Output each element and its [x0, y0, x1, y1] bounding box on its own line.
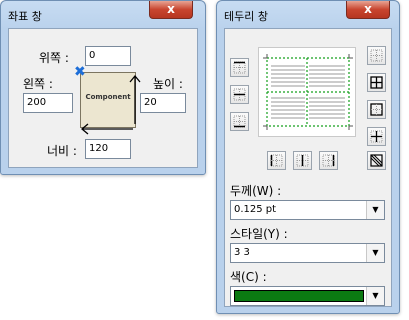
color-swatch [234, 290, 364, 302]
border-middle-horizontal-icon [233, 88, 246, 101]
width-label: 너비 : [47, 144, 77, 158]
coordinate-window: 좌표 창 x 위쪽 : 0 왼쪽 : 200 높이 : 20 Component… [0, 0, 206, 175]
width-input[interactable]: 120 [85, 139, 131, 159]
border-none-button[interactable] [367, 46, 386, 65]
thickness-select[interactable]: 0.125 pt ▼ [230, 200, 385, 220]
style-value: 3 3 [234, 247, 250, 258]
border-right-button[interactable] [319, 151, 338, 170]
border-inside-button[interactable] [367, 127, 386, 146]
window-title: 테두리 창 [224, 10, 268, 23]
border-panel: 두께(W) : 0.125 pt ▼ 스타일(Y) : 3 3 ▼ 색(C) :… [224, 28, 392, 307]
border-right-icon [322, 154, 335, 167]
border-outside-icon [370, 103, 383, 116]
close-button[interactable]: x [346, 1, 390, 19]
coordinate-panel: 위쪽 : 0 왼쪽 : 200 높이 : 20 Component ✖ 너비 :… [8, 28, 198, 168]
border-preview-grid [263, 54, 353, 130]
border-left-button[interactable] [267, 151, 286, 170]
border-diagonal-button[interactable] [367, 151, 386, 170]
close-button[interactable]: x [149, 1, 193, 19]
border-all-button[interactable] [367, 73, 386, 92]
thickness-value: 0.125 pt [234, 204, 277, 215]
border-none-icon [370, 49, 383, 62]
color-label: 색(C) : [230, 270, 267, 284]
origin-marker-icon: ✖ [74, 64, 86, 80]
border-inside-icon [370, 130, 383, 143]
dropdown-arrow-icon[interactable]: ▼ [366, 244, 384, 262]
border-diagonal-icon [370, 154, 383, 167]
border-top-icon [233, 61, 246, 74]
border-middle-horizontal-button[interactable] [230, 85, 249, 104]
border-bottom-icon [233, 115, 246, 128]
border-left-icon [270, 154, 283, 167]
border-preview [258, 47, 356, 137]
thickness-label: 두께(W) : [230, 184, 282, 198]
border-middle-vertical-button[interactable] [293, 151, 312, 170]
border-outside-button[interactable] [367, 100, 386, 119]
dropdown-arrow-icon[interactable]: ▼ [366, 201, 384, 219]
dropdown-arrow-icon[interactable]: ▼ [366, 287, 384, 305]
border-top-button[interactable] [230, 58, 249, 77]
window-title: 좌표 창 [8, 10, 42, 23]
border-all-icon [370, 76, 383, 89]
border-window: 테두리 창 x 두께(W): 0.125 pt ▼ 스타일(Y): 3 3 … [216, 0, 400, 314]
color-select[interactable]: ▼ [230, 286, 385, 306]
style-select[interactable]: 3 3 ▼ [230, 243, 385, 263]
border-bottom-button[interactable] [230, 112, 249, 131]
style-label: 스타일(Y) : [230, 227, 288, 241]
border-middle-vertical-icon [296, 154, 309, 167]
